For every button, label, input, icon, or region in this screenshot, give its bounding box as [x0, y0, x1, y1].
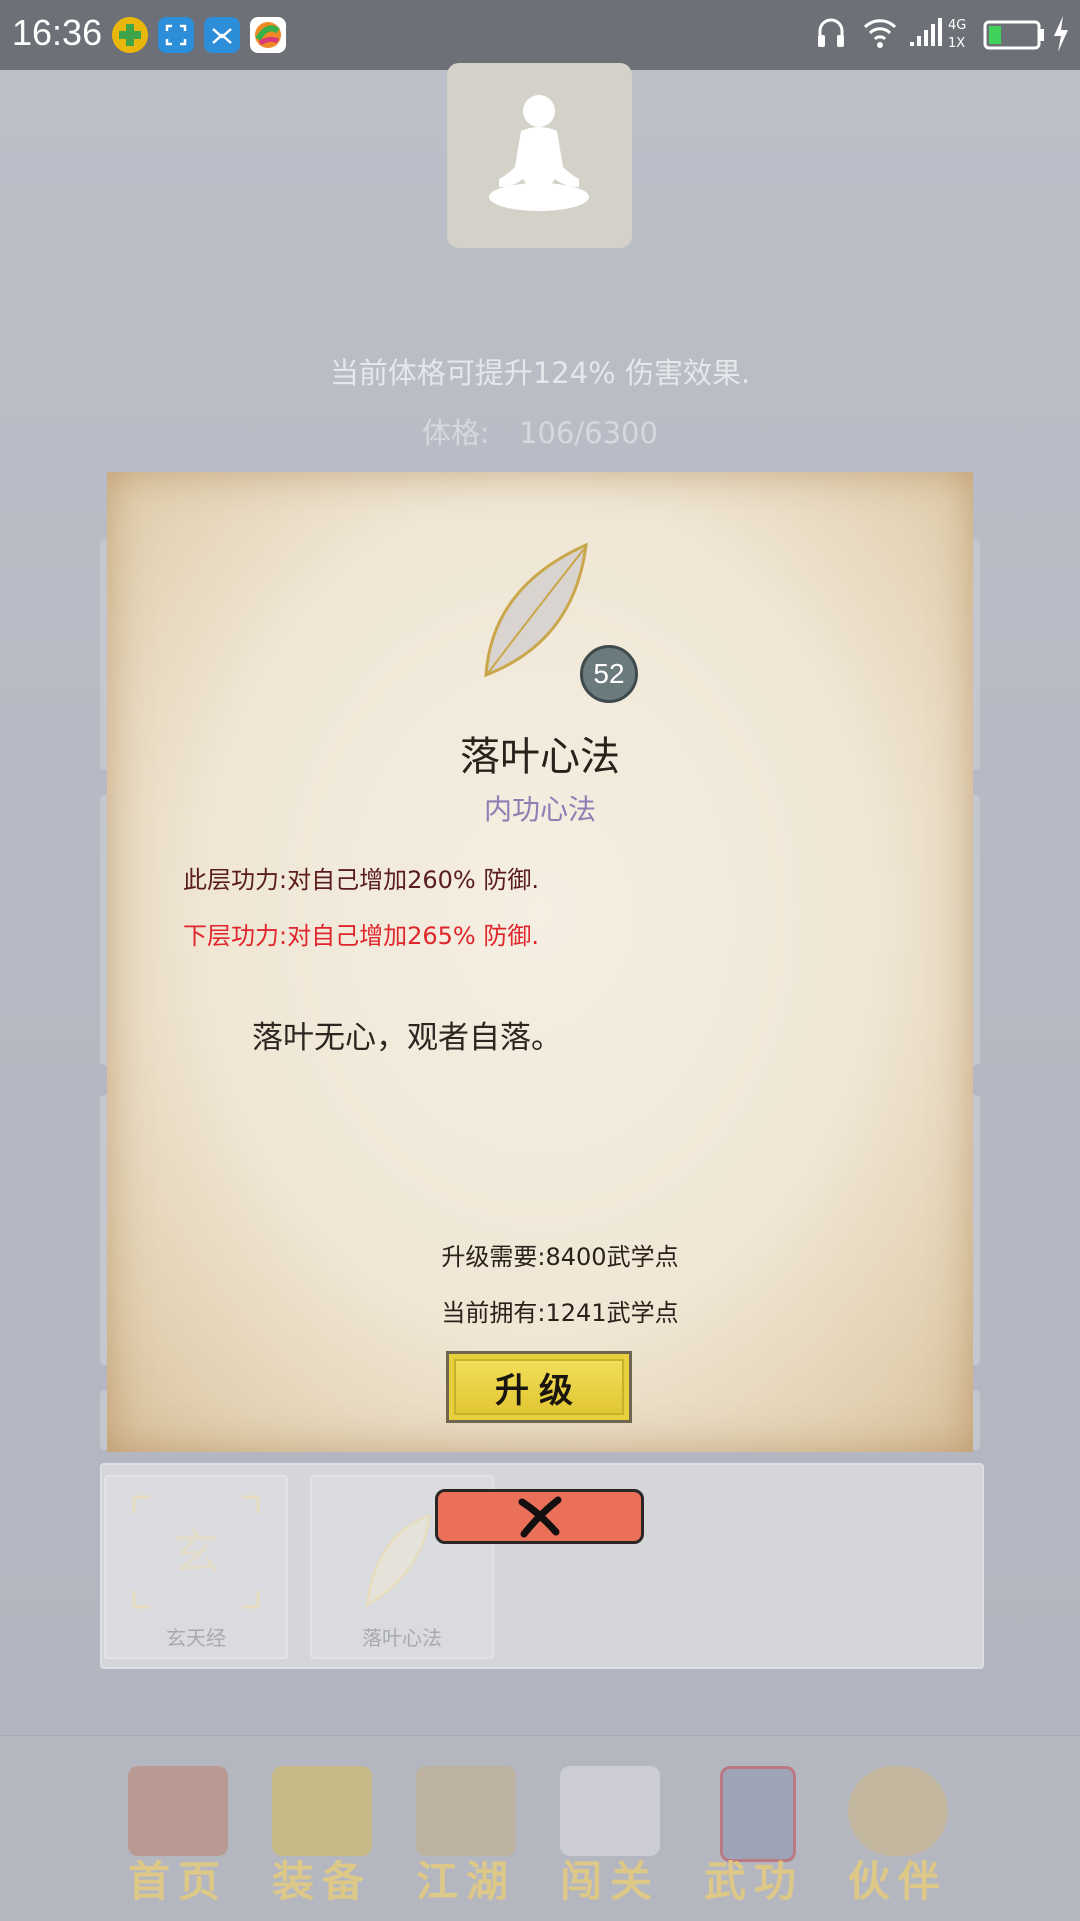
- game-center-icon: [250, 17, 286, 53]
- skill-card-label: 落叶心法: [362, 1626, 442, 1650]
- headphones-icon: [816, 14, 846, 54]
- physique-label: 体格:: [422, 416, 490, 450]
- nav-partners[interactable]: 伙伴: [828, 1766, 968, 1906]
- scroll-map-icon: [416, 1766, 516, 1856]
- current-level-effect: 此层功力:对自己增加260% 防御.: [183, 866, 539, 894]
- network-type-bottom: 1X: [948, 36, 966, 51]
- nav-martial-arts[interactable]: 武功: [684, 1766, 824, 1906]
- app-plus-icon: [112, 17, 148, 53]
- battery-icon: [983, 14, 1047, 58]
- svg-text:玄: 玄: [172, 1525, 220, 1581]
- next-level-effect: 下层功力:对自己增加265% 防御.: [183, 922, 539, 950]
- nav-equipment[interactable]: 装备: [252, 1766, 392, 1906]
- upgrade-button[interactable]: 升级: [446, 1351, 632, 1423]
- status-bar: 16:36 4G 1X: [0, 0, 1080, 70]
- physique-value: 106/6300: [519, 416, 658, 450]
- network-type-top: 4G: [948, 18, 967, 33]
- nav-label: 首页: [127, 1857, 228, 1906]
- bottom-navigation: 首页 装备 江湖 闯关 武功 伙伴: [0, 1735, 1080, 1921]
- skill-card-label: 玄天经: [166, 1626, 226, 1650]
- status-time: 16:36: [12, 12, 103, 53]
- upgrade-cost: 升级需要:8400武学点: [441, 1243, 679, 1271]
- nav-label: 武功: [703, 1857, 804, 1906]
- nav-label: 装备: [271, 1857, 372, 1906]
- wifi-icon: [862, 14, 898, 54]
- armor-icon: [272, 1766, 372, 1856]
- nav-label: 江湖: [415, 1857, 516, 1906]
- skill-level-badge: 52: [580, 645, 638, 703]
- crossed-swords-icon: [560, 1766, 660, 1856]
- partners-icon: [848, 1766, 948, 1856]
- physique-stat: 体格: 106/6300: [0, 410, 1080, 452]
- nav-home[interactable]: 首页: [108, 1766, 248, 1906]
- skill-category: 内功心法: [483, 793, 596, 826]
- nav-label: 闯关: [559, 1857, 660, 1906]
- nav-label: 伙伴: [847, 1857, 948, 1906]
- signal-icon: [910, 14, 946, 54]
- physique-effect-text: 当前体格可提升124% 伤害效果.: [329, 356, 751, 390]
- skill-title: 落叶心法: [460, 734, 620, 780]
- owned-martial-points: 当前拥有:1241武学点: [441, 1299, 679, 1327]
- close-icon: [518, 1496, 562, 1538]
- skill-quote: 落叶无心，观者自落。: [252, 1020, 562, 1056]
- nav-jianghu[interactable]: 江湖: [396, 1766, 536, 1906]
- home-icon: [128, 1766, 228, 1856]
- close-button[interactable]: [435, 1489, 644, 1544]
- meditation-icon: [489, 95, 589, 211]
- xuantian-icon: 玄: [132, 1495, 260, 1609]
- charging-icon: [1052, 14, 1070, 58]
- nav-stages[interactable]: 闯关: [540, 1766, 680, 1906]
- skill-card-xuantian[interactable]: 玄 玄天经: [104, 1475, 288, 1659]
- screenshot-icon: [158, 17, 194, 53]
- meditation-avatar[interactable]: [447, 63, 632, 248]
- upgrade-button-label: 升级: [495, 1370, 583, 1411]
- transfer-icon: [204, 17, 240, 53]
